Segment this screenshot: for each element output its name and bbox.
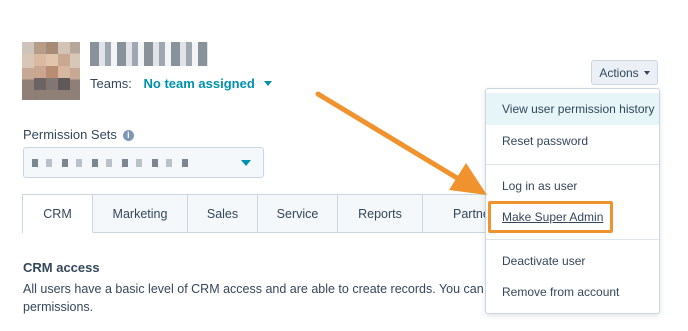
permission-sets-title: Permission Sets bbox=[23, 127, 117, 142]
description-line-2: permissions. bbox=[23, 300, 94, 314]
menu-item-label: View user permission history bbox=[502, 102, 655, 116]
teams-dropdown[interactable]: No team assigned bbox=[144, 76, 273, 91]
permission-sets-select[interactable] bbox=[23, 147, 264, 178]
menu-item-label: Reset password bbox=[502, 134, 589, 148]
teams-row: Teams: No team assigned bbox=[90, 76, 273, 91]
avatar bbox=[22, 42, 80, 100]
menu-item-label: Log in as user bbox=[502, 179, 578, 193]
menu-item-label: Remove from account bbox=[502, 285, 620, 299]
teams-label: Teams: bbox=[90, 76, 132, 91]
permission-set-value-redacted bbox=[32, 159, 192, 167]
description-line-1: All users have a basic level of CRM acce… bbox=[23, 282, 493, 296]
tab-marketing[interactable]: Marketing bbox=[93, 195, 188, 233]
info-icon[interactable]: i bbox=[122, 130, 134, 141]
menu-item-remove-from-account[interactable]: Remove from account bbox=[486, 277, 659, 307]
crm-access-title: CRM access bbox=[23, 260, 100, 275]
tab-sales[interactable]: Sales bbox=[188, 195, 258, 233]
menu-item-view-permission-history[interactable]: View user permission history bbox=[486, 93, 659, 125]
menu-item-label: Deactivate user bbox=[502, 254, 586, 268]
actions-label: Actions bbox=[599, 65, 639, 80]
permission-sets-label: Permission Sets i bbox=[23, 127, 134, 142]
tab-crm[interactable]: CRM bbox=[23, 195, 93, 233]
chevron-down-icon bbox=[241, 160, 251, 166]
chevron-down-icon bbox=[264, 81, 273, 86]
menu-divider bbox=[486, 164, 659, 165]
tab-reports[interactable]: Reports bbox=[338, 195, 423, 233]
menu-divider bbox=[486, 239, 659, 240]
menu-item-deactivate-user[interactable]: Deactivate user bbox=[486, 246, 659, 276]
user-name-redacted bbox=[90, 42, 208, 66]
menu-item-log-in-as-user[interactable]: Log in as user bbox=[486, 171, 659, 201]
tab-service[interactable]: Service bbox=[258, 195, 338, 233]
teams-value: No team assigned bbox=[143, 76, 255, 91]
crm-access-description: All users have a basic level of CRM acce… bbox=[23, 280, 493, 316]
menu-item-reset-password[interactable]: Reset password bbox=[486, 125, 659, 157]
actions-button[interactable]: Actions bbox=[591, 60, 658, 85]
chevron-down-icon bbox=[643, 70, 650, 75]
annotation-highlight-box bbox=[488, 201, 613, 233]
